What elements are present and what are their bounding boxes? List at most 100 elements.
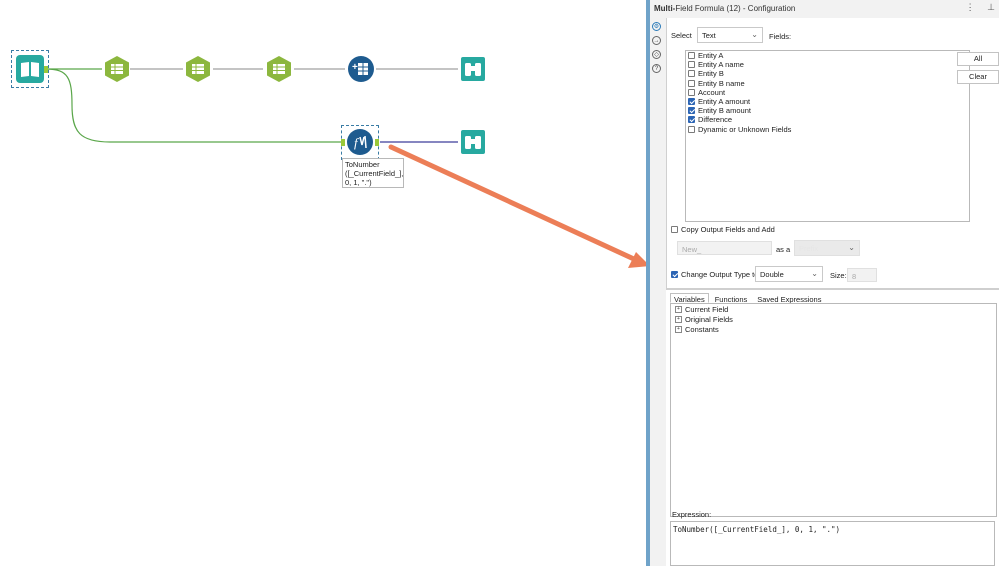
expression-editor: Variables Functions Saved Expressions + C… <box>666 290 999 566</box>
output-anchor[interactable] <box>375 139 379 146</box>
fields-list[interactable]: Entity A Entity A name Entity B Entity B na… <box>685 50 970 222</box>
tree-item-current-field[interactable]: + Current Field <box>671 304 996 314</box>
annotation-arrow <box>388 144 639 263</box>
configuration-form: Select Text ⌄ Fields: Entity A Entity A n… <box>666 18 999 288</box>
chevron-down-icon: ⌄ <box>811 269 818 278</box>
field-checkbox[interactable] <box>688 107 695 115</box>
side-icon-bar: ⚙ → ◇ ? <box>651 22 664 78</box>
annotation-line: ([_CurrentField_], <box>345 169 404 178</box>
multi-field-formula-tool[interactable]: f <box>345 127 375 157</box>
all-button[interactable]: All <box>957 52 999 66</box>
annotation-line: ToNumber <box>345 160 380 169</box>
field-checkbox[interactable] <box>688 116 695 124</box>
field-list-item[interactable]: Entity A <box>686 51 969 60</box>
expand-icon[interactable]: + <box>675 325 682 333</box>
select-type-value: Text <box>702 31 716 40</box>
size-label: Size: <box>830 271 847 280</box>
field-list-item[interactable]: Entity A amount <box>686 97 969 106</box>
output-type-value: Double <box>760 270 784 279</box>
size-input[interactable]: 8 <box>847 268 877 282</box>
append-tool[interactable]: + <box>346 54 376 84</box>
field-checkbox[interactable] <box>688 125 695 133</box>
select-tool-2[interactable] <box>183 54 213 84</box>
panel-title: Multi-Field Formula (12) - Configuration <box>654 4 795 13</box>
panel-title-bold: Multi- <box>654 4 676 13</box>
chevron-down-icon: ⌄ <box>848 243 855 252</box>
annotation-line: 0, 1, ".") <box>345 178 372 187</box>
change-type-checkbox[interactable] <box>671 271 678 278</box>
field-label: Entity B name <box>698 78 745 88</box>
help-icon[interactable]: ? <box>652 64 661 73</box>
variables-tree[interactable]: + Current Field + Original Fields + Constan… <box>670 303 997 517</box>
copy-output-checkbox[interactable] <box>671 226 678 233</box>
select-hexagon-icon <box>186 56 210 82</box>
field-list-item[interactable]: Entity A name <box>686 60 969 69</box>
prefix-type-dropdown[interactable]: Prefix ⌄ <box>794 240 860 256</box>
browse-tool-1[interactable] <box>458 54 488 84</box>
select-hexagon-icon <box>267 56 291 82</box>
field-list-item[interactable]: Entity B <box>686 69 969 78</box>
field-checkbox[interactable] <box>688 79 695 87</box>
tag-icon[interactable]: ◇ <box>652 50 661 59</box>
field-checkbox[interactable] <box>688 70 695 78</box>
output-type-dropdown[interactable]: Double ⌄ <box>755 266 823 282</box>
prefix-input[interactable]: New_ <box>677 241 772 255</box>
expression-textarea[interactable]: ToNumber([_CurrentField_], 0, 1, ".") <box>670 521 995 566</box>
fields-label: Fields: <box>769 32 792 41</box>
field-list-item[interactable]: Account <box>686 88 969 97</box>
tree-item-constants[interactable]: + Constants <box>671 324 996 334</box>
clear-button[interactable]: Clear <box>957 70 999 84</box>
tree-item-label: Original Fields <box>685 314 733 324</box>
pin-icon[interactable]: ⊥ <box>987 2 995 12</box>
prefix-type-value: Prefix <box>799 244 819 253</box>
gear-icon[interactable]: ⚙ <box>652 22 661 31</box>
configuration-panel: Multi-Field Formula (12) - Configuration… <box>650 0 999 566</box>
field-checkbox[interactable] <box>688 98 695 106</box>
formula-icon: f <box>347 129 373 155</box>
field-label: Entity B <box>698 69 724 79</box>
input-data-tool[interactable] <box>15 54 45 84</box>
field-label: Difference <box>698 115 733 125</box>
binoculars-icon <box>461 57 485 81</box>
as-a-label: as a <box>776 245 791 254</box>
field-list-item[interactable]: Entity B amount <box>686 106 969 115</box>
field-label: Entity B amount <box>698 106 751 116</box>
select-tool-1[interactable] <box>102 54 132 84</box>
config-icon[interactable]: → <box>652 36 661 45</box>
field-checkbox[interactable] <box>688 88 695 96</box>
output-anchor[interactable] <box>44 66 48 73</box>
tab-saved-expressions[interactable]: Saved Expressions <box>753 293 825 304</box>
panel-title-rest: Field Formula (12) - Configuration <box>675 4 796 13</box>
field-list-item[interactable]: Difference <box>686 115 969 124</box>
tree-item-original-fields[interactable]: + Original Fields <box>671 314 996 324</box>
field-label: Dynamic or Unknown Fields <box>698 124 792 134</box>
expand-icon[interactable]: + <box>675 305 682 313</box>
field-checkbox[interactable] <box>688 61 695 69</box>
field-label: Entity A name <box>698 60 744 70</box>
book-icon <box>16 55 44 83</box>
select-hexagon-icon <box>105 56 129 82</box>
expression-tabs: Variables Functions Saved Expressions <box>670 293 827 304</box>
select-label: Select <box>671 31 692 40</box>
chevron-down-icon: ⌄ <box>751 30 758 39</box>
binoculars-icon <box>461 130 485 154</box>
tree-item-label: Constants <box>685 324 719 334</box>
field-label: Entity A <box>698 51 724 61</box>
tab-variables[interactable]: Variables <box>670 293 709 304</box>
field-list-item[interactable]: Dynamic or Unknown Fields <box>686 125 969 134</box>
expand-icon[interactable]: + <box>675 315 682 323</box>
select-type-dropdown[interactable]: Text ⌄ <box>697 27 763 43</box>
tab-functions[interactable]: Functions <box>711 293 752 304</box>
title-icons: ⋮ ⊥ <box>956 2 995 13</box>
change-type-row: Change Output Type to <box>671 270 758 279</box>
field-list-item[interactable]: Entity B name <box>686 79 969 88</box>
field-checkbox[interactable] <box>688 52 695 60</box>
more-icon[interactable]: ⋮ <box>966 2 975 12</box>
workflow-canvas[interactable]: + f ToNumber ([_CurrentField_], 0, 1, ".… <box>0 0 646 566</box>
change-type-label: Change Output Type to <box>681 270 759 279</box>
field-label: Entity A amount <box>698 97 751 107</box>
select-tool-3[interactable] <box>264 54 294 84</box>
tool-annotation: ToNumber ([_CurrentField_], 0, 1, ".") <box>342 158 404 188</box>
browse-tool-2[interactable] <box>458 127 488 157</box>
expression-label: Expression: <box>672 510 712 519</box>
